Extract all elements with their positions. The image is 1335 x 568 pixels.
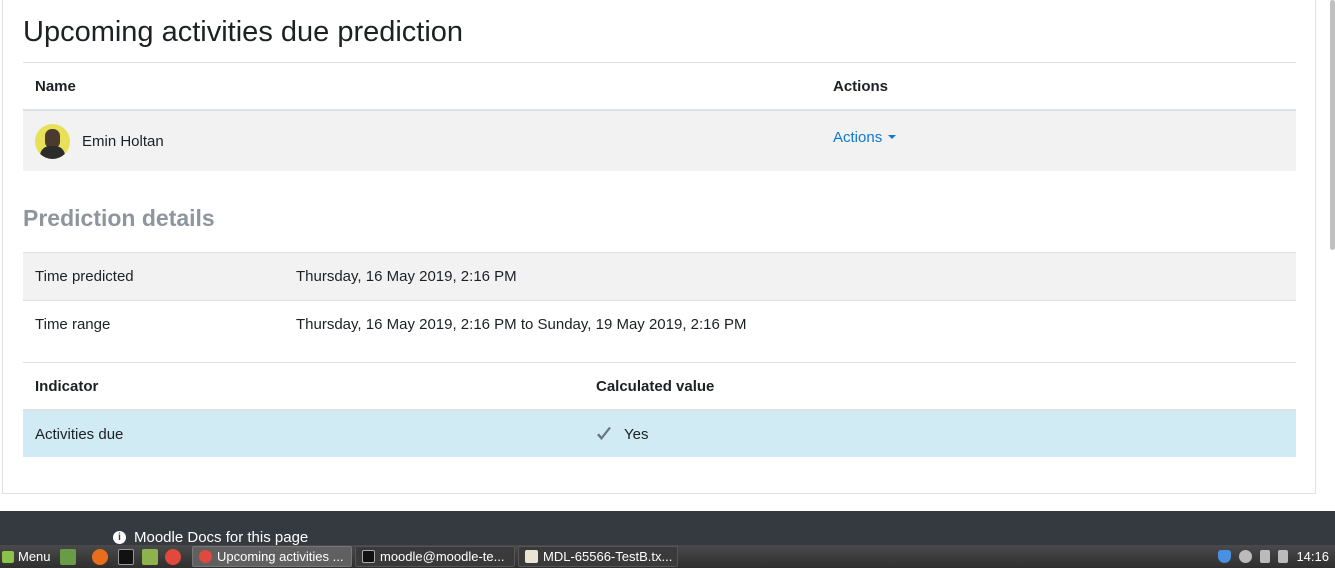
shield-icon[interactable] <box>1218 550 1232 563</box>
prediction-details-table: Time predicted Thursday, 16 May 2019, 2:… <box>23 252 1296 348</box>
show-desktop-button[interactable] <box>60 545 76 568</box>
window-title: Upcoming activities ... <box>217 549 344 564</box>
folder-icon <box>142 548 158 565</box>
mint-logo-icon <box>2 550 14 563</box>
text-file-icon <box>525 550 538 563</box>
battery-icon[interactable] <box>1278 550 1289 563</box>
chrome-icon <box>199 550 212 563</box>
detail-value: Thursday, 16 May 2019, 2:16 PM <box>284 252 1296 301</box>
detail-label: Time range <box>23 300 284 348</box>
avatar[interactable] <box>35 123 70 159</box>
calculated-value: Yes <box>624 425 649 443</box>
page-footer: i Moodle Docs for this page <box>0 511 1335 546</box>
firefox-launcher[interactable] <box>92 545 108 568</box>
moodle-docs-link[interactable]: Moodle Docs for this page <box>134 529 308 546</box>
network-icon[interactable] <box>1260 550 1271 563</box>
detail-row-time-predicted: Time predicted Thursday, 16 May 2019, 2:… <box>23 252 1296 301</box>
window-title: moodle@moodle-te... <box>380 549 505 564</box>
table-row: Activities due Yes <box>23 410 1296 457</box>
actions-label: Actions <box>833 128 883 146</box>
calculated-value-column-header: Calculated value <box>584 362 1296 411</box>
chrome-icon <box>165 548 181 565</box>
menu-label: Menu <box>18 549 51 564</box>
terminal-icon <box>118 548 134 565</box>
terminal-icon <box>362 550 375 563</box>
name-column-header: Name <box>23 62 821 111</box>
caret-down-icon <box>888 135 897 139</box>
terminal-launcher[interactable] <box>118 545 134 568</box>
actions-dropdown-button[interactable]: Actions <box>833 128 897 146</box>
taskbar-window-text-editor[interactable]: MDL-65566-TestB.tx... <box>518 546 678 567</box>
desktop-icon <box>60 548 76 565</box>
user-icon[interactable] <box>1239 550 1253 563</box>
detail-label: Time predicted <box>23 252 284 301</box>
chrome-launcher[interactable] <box>165 545 181 568</box>
clock[interactable]: 14:16 <box>1296 549 1329 564</box>
window-title: MDL-65566-TestB.tx... <box>543 549 673 564</box>
table-row: Emin Holtan Actions <box>23 110 1296 171</box>
start-menu-button[interactable]: Menu <box>0 545 53 568</box>
info-icon: i <box>113 531 126 544</box>
prediction-details-heading: Prediction details <box>23 205 215 231</box>
page-title: Upcoming activities due prediction <box>23 16 464 48</box>
taskbar-window-terminal[interactable]: moodle@moodle-te... <box>355 546 515 567</box>
taskbar-window-browser[interactable]: Upcoming activities ... <box>192 546 352 567</box>
firefox-icon <box>92 548 108 565</box>
system-tray: 14:16 <box>1218 545 1329 568</box>
actions-column-header: Actions <box>821 62 1296 111</box>
check-icon <box>597 427 611 440</box>
detail-value: Thursday, 16 May 2019, 2:16 PM to Sunday… <box>284 300 1296 348</box>
indicators-table: Indicator Calculated value Activities du… <box>23 362 1296 457</box>
indicator-column-header: Indicator <box>23 362 584 411</box>
detail-row-time-range: Time range Thursday, 16 May 2019, 2:16 P… <box>23 300 1296 348</box>
os-taskbar: Menu Upcoming activities ... moodle@mood… <box>0 545 1335 568</box>
user-name[interactable]: Emin Holtan <box>82 133 164 150</box>
indicator-name: Activities due <box>23 410 584 457</box>
files-launcher[interactable] <box>142 545 158 568</box>
page-scrollbar[interactable] <box>1330 0 1335 250</box>
users-table: Name Actions Emin Holtan Actions <box>23 62 1296 171</box>
